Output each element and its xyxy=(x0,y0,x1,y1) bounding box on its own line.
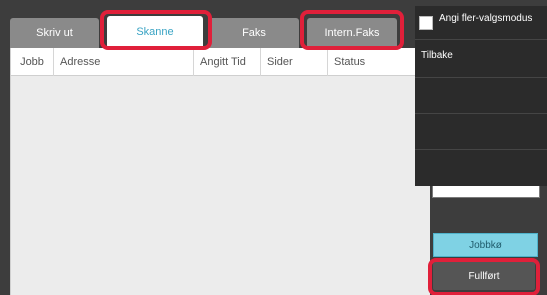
job-list-panel: Jobb Adresse Angitt Tid Sider Status xyxy=(10,48,431,295)
action-menu: Angi fler-valgsmodus Tilbake xyxy=(415,6,547,186)
column-header-set-time[interactable]: Angitt Tid xyxy=(194,48,261,76)
menu-item-empty xyxy=(415,150,547,186)
job-list-header: Jobb Adresse Angitt Tid Sider Status xyxy=(11,48,431,76)
menu-item-empty xyxy=(415,114,547,150)
left-edge xyxy=(0,48,10,295)
column-header-address[interactable]: Adresse xyxy=(54,48,194,76)
highlight-completed-button xyxy=(428,258,540,295)
tab-print[interactable]: Skriv ut xyxy=(10,18,99,48)
menu-item-multi-select[interactable]: Angi fler-valgsmodus xyxy=(415,6,547,40)
multi-select-checkbox[interactable] xyxy=(419,16,433,30)
back-label: Tilbake xyxy=(421,50,453,61)
column-header-pages[interactable]: Sider xyxy=(261,48,328,76)
highlight-scan-tab xyxy=(100,10,212,50)
job-queue-button[interactable]: Jobbkø xyxy=(433,233,538,257)
multi-select-label: Angi fler-valgsmodus xyxy=(439,13,533,24)
highlight-internet-fax-tab xyxy=(300,10,404,50)
menu-item-empty xyxy=(415,78,547,114)
column-header-job[interactable]: Jobb xyxy=(11,48,54,76)
job-status-screen: Skriv ut Skanne Faks Intern.Faks Jobb Ad… xyxy=(0,0,547,295)
tab-fax[interactable]: Faks xyxy=(209,18,299,48)
menu-item-back[interactable]: Tilbake xyxy=(415,40,547,78)
